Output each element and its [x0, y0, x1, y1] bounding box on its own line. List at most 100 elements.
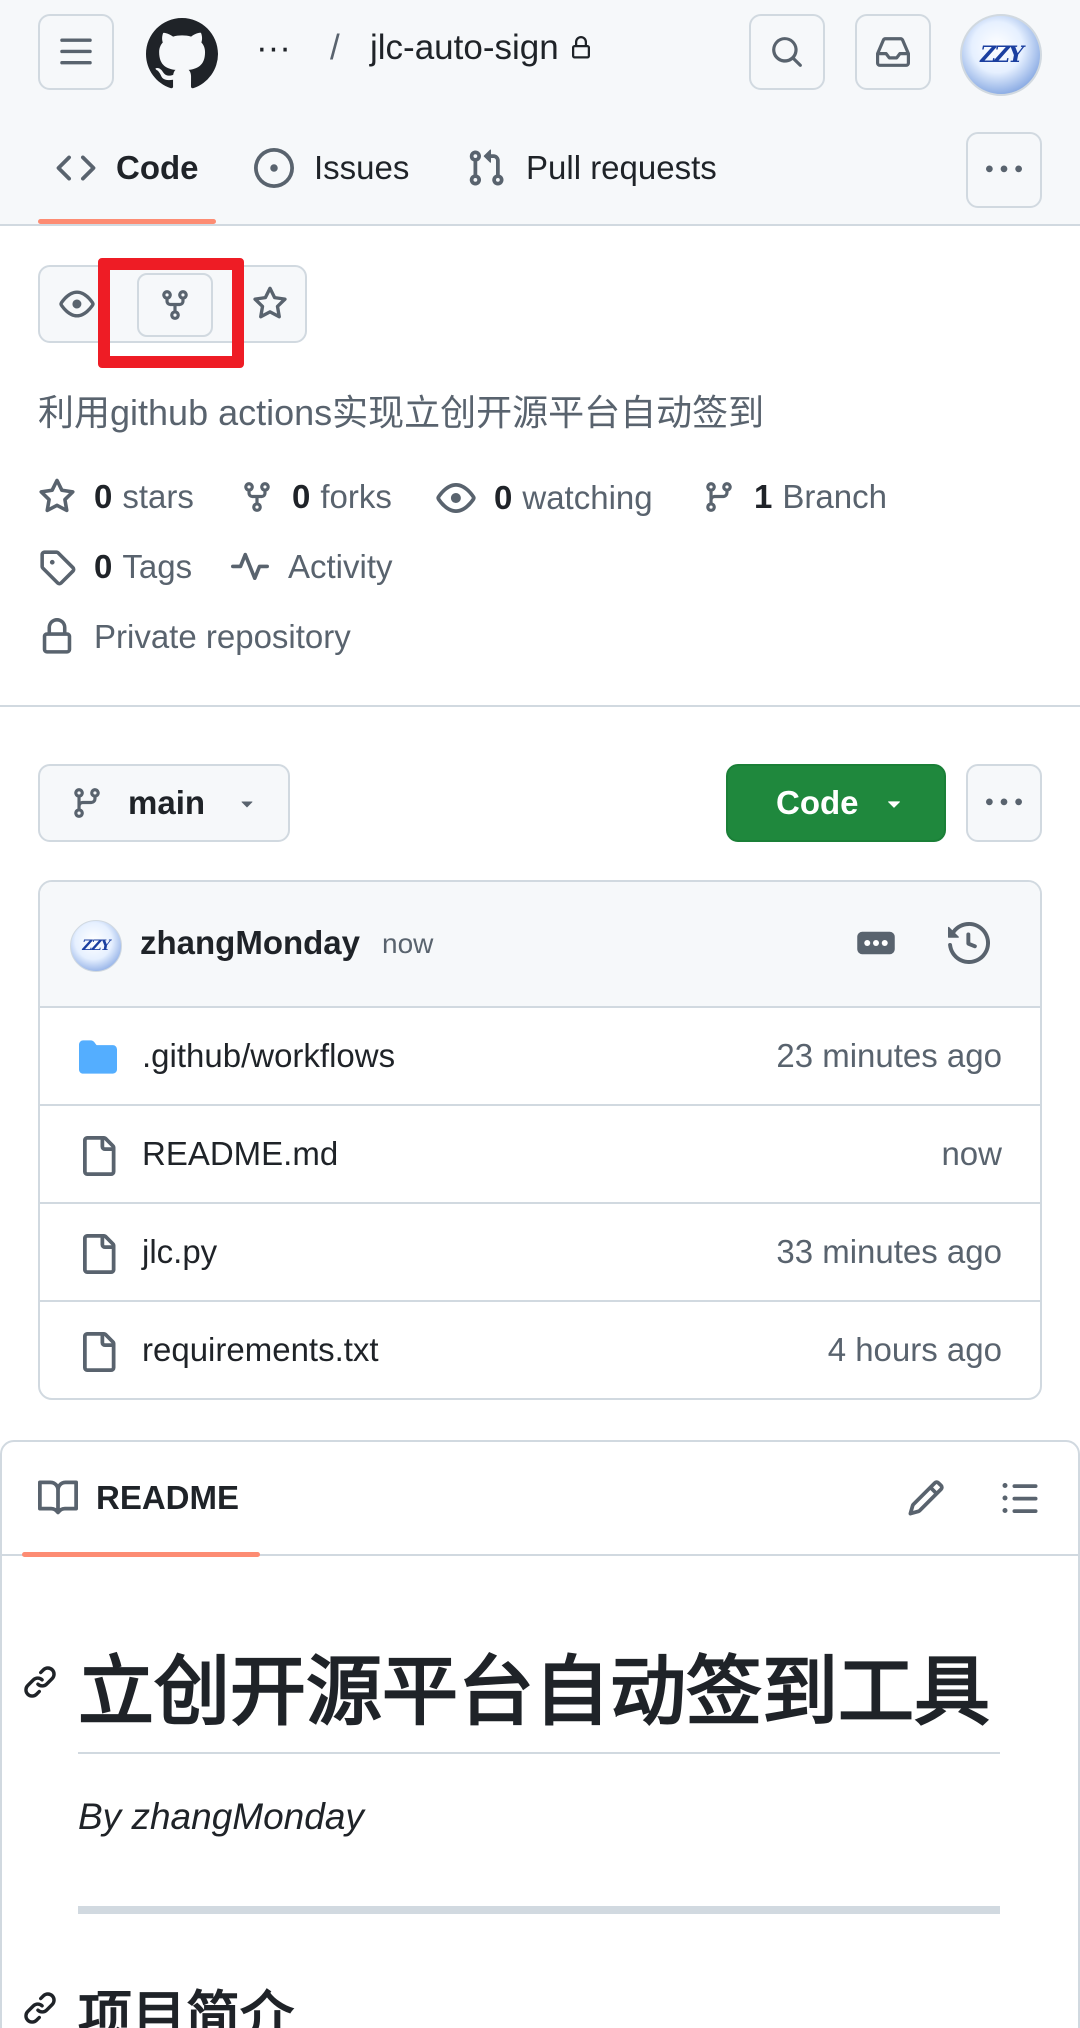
branches-link[interactable]: 1 Branch — [702, 478, 887, 516]
watching-count: 0 — [494, 479, 513, 516]
latest-commit-bar: ZZY zhangMonday now — [40, 882, 1040, 1008]
eye-icon — [436, 483, 476, 513]
table-row[interactable]: README.md now — [40, 1106, 1040, 1204]
github-logo-icon[interactable] — [146, 18, 218, 90]
file-updated-time: now — [941, 1135, 1002, 1172]
activity-link[interactable]: Activity — [230, 548, 393, 586]
file-name[interactable]: jlc.py — [142, 1233, 217, 1271]
ellipsis-icon — [857, 931, 895, 955]
git-branch-icon — [74, 788, 100, 818]
eye-icon — [59, 290, 95, 318]
file-updated-time: 33 minutes ago — [776, 1233, 1002, 1270]
more-tabs-button[interactable] — [966, 132, 1042, 208]
search-icon — [772, 37, 802, 67]
pulse-icon — [231, 552, 269, 581]
visibility-status: Private repository — [38, 618, 351, 656]
tab-pull-requests-label: Pull requests — [526, 149, 717, 186]
triangle-down-icon — [241, 801, 253, 808]
tab-selected-underline — [38, 219, 216, 224]
table-row[interactable]: .github/workflows 23 minutes ago — [40, 1008, 1040, 1106]
table-row[interactable]: requirements.txt 4 hours ago — [40, 1302, 1040, 1398]
link-icon — [24, 1992, 56, 2024]
stars-label: stars — [122, 478, 194, 515]
hamburger-icon — [60, 38, 92, 65]
branch-name: main — [128, 784, 206, 821]
forks-link[interactable]: 0 forks — [240, 478, 392, 516]
inbox-icon — [876, 37, 910, 67]
hamburger-menu-button[interactable] — [38, 14, 114, 90]
history-button[interactable] — [948, 922, 990, 964]
tab-code[interactable]: Code — [56, 140, 199, 196]
watching-link[interactable]: 0 watching — [436, 478, 653, 518]
readme-byline: By zhangMonday — [78, 1796, 364, 1837]
more-options-button[interactable] — [966, 764, 1042, 842]
heading-rule — [78, 1752, 1000, 1754]
outline-button[interactable] — [1000, 1478, 1040, 1518]
avatar-text: ZZY — [980, 42, 1024, 68]
branch-selector[interactable]: main — [38, 764, 290, 842]
heading-anchor-link[interactable] — [22, 1664, 58, 1700]
repo-name: jlc-auto-sign — [370, 28, 559, 67]
commit-time: now — [382, 928, 434, 959]
tag-icon — [40, 550, 76, 586]
commit-message-toggle[interactable] — [856, 928, 896, 958]
user-avatar[interactable]: ZZY — [960, 14, 1042, 96]
pencil-icon — [908, 1480, 944, 1516]
file-name[interactable]: .github/workflows — [142, 1037, 395, 1075]
tab-issues[interactable]: Issues — [254, 140, 409, 196]
code-dropdown-button[interactable]: Code — [726, 764, 946, 842]
file-updated-time: 23 minutes ago — [776, 1037, 1002, 1074]
tab-pull-requests[interactable]: Pull requests — [466, 140, 717, 196]
section-divider — [0, 705, 1080, 707]
visibility-label: Private repository — [94, 618, 351, 655]
git-pull-request-icon — [469, 149, 504, 186]
tab-selected-underline — [22, 1552, 260, 1557]
breadcrumb-separator: / — [330, 28, 340, 67]
file-icon — [83, 1332, 116, 1372]
tab-readme[interactable]: README — [38, 1478, 239, 1518]
tab-issues-label: Issues — [314, 149, 410, 186]
edit-readme-button[interactable] — [906, 1478, 946, 1518]
tags-link[interactable]: 0 Tags — [38, 548, 192, 586]
readme-section-heading: 项目简介 — [78, 1985, 294, 2028]
star-icon — [253, 286, 287, 319]
heading-anchor-link[interactable] — [22, 1990, 58, 2026]
activity-label: Activity — [288, 548, 393, 585]
file-icon — [83, 1136, 116, 1176]
file-name[interactable]: README.md — [142, 1135, 338, 1173]
repo-description: 利用github actions实现立创开源平台自动签到 — [38, 392, 765, 433]
breadcrumb-repo[interactable]: jlc-auto-sign — [370, 28, 593, 68]
commit-author[interactable]: zhangMonday — [140, 924, 360, 962]
file-name[interactable]: requirements.txt — [142, 1331, 379, 1369]
star-button[interactable] — [233, 267, 307, 341]
tab-code-label: Code — [116, 149, 199, 186]
lock-icon — [571, 36, 590, 59]
link-icon — [24, 1666, 56, 1698]
avatar-text: ZZY — [82, 938, 110, 954]
stars-count: 0 — [94, 478, 113, 515]
highlight-box — [98, 258, 244, 368]
avatar[interactable]: ZZY — [70, 920, 122, 972]
star-icon — [39, 478, 75, 513]
table-row[interactable]: jlc.py 33 minutes ago — [40, 1204, 1040, 1302]
branch-count: 1 — [754, 478, 773, 515]
search-button[interactable] — [749, 14, 825, 90]
kebab-horizontal-icon — [986, 165, 1022, 173]
tags-count: 0 — [94, 548, 113, 585]
repo-header: ··· / jlc-auto-sign ZZY Code Issues Pull… — [0, 0, 1080, 226]
readme-header: README — [2, 1442, 1078, 1557]
stars-link[interactable]: 0 stars — [38, 478, 194, 516]
history-icon — [948, 922, 990, 964]
lock-icon — [42, 618, 72, 654]
readme-title: 立创开源平台自动签到工具 — [78, 1647, 990, 1736]
issue-opened-icon — [254, 148, 294, 188]
file-browser: ZZY zhangMonday now .github/workflows 23… — [38, 880, 1042, 1400]
kebab-horizontal-icon — [986, 798, 1022, 806]
repo-forked-icon — [244, 482, 270, 512]
breadcrumb-ellipsis[interactable]: ··· — [256, 28, 291, 68]
forks-label: forks — [320, 478, 392, 515]
inbox-button[interactable] — [855, 14, 931, 90]
readme-tab-label: README — [96, 1479, 240, 1516]
code-icon — [56, 155, 96, 181]
code-button-label: Code — [776, 784, 859, 821]
